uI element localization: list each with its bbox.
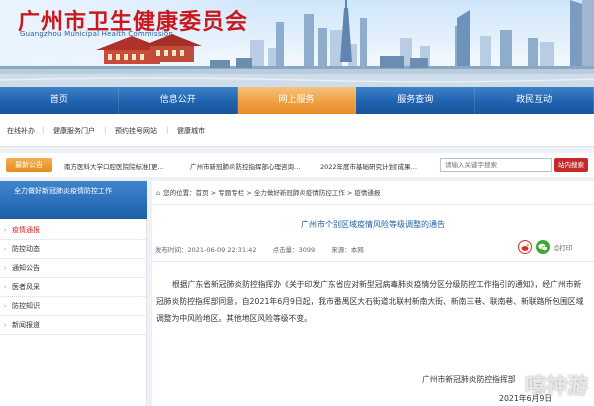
sidebar-item-label: 疫情通报 xyxy=(12,226,40,234)
notice-bar: 最新公告 南方医科大学口腔医院院标准[更… 广州市新冠肺炎防控指挥部心理咨询… … xyxy=(0,153,594,177)
sublink-health-portal[interactable]: 健康服务门户 xyxy=(53,126,95,136)
nav-home[interactable]: 首页 xyxy=(0,87,119,114)
main-nav: 首页 信息公开 网上服务 服务查询 政民互动 xyxy=(0,87,594,114)
sidebar-item-label: 新闻报道 xyxy=(12,321,40,329)
chevron-right-icon: › xyxy=(4,303,7,310)
header-banner: 广州市卫生健康委员会 Guangzhou Municipal Health Co… xyxy=(0,0,594,87)
sublink-healthy-city[interactable]: 健康城市 xyxy=(177,126,205,136)
breadcrumb-separator: > xyxy=(244,189,254,197)
watermark-logo: 嘻神游 xyxy=(525,374,588,398)
sidebar-list: › 疫情通报 › 防控动态 › 通知公告 › 医者风采 › 防控知识 › 新闻报… xyxy=(0,221,147,335)
sublink-appointment[interactable]: 预约挂号网站 xyxy=(115,126,157,136)
breadcrumb-special[interactable]: 专题专栏 xyxy=(218,189,244,197)
sublink-divider: | xyxy=(104,126,107,134)
site-subtitle: Guangzhou Municipal Health Commission xyxy=(20,30,173,38)
notice-link[interactable]: 广州市新冠肺炎防控指挥部心理咨询… xyxy=(190,161,301,171)
sidebar-item-label: 防控动态 xyxy=(12,245,40,253)
article-signature: 广州市新冠肺炎防控指挥部 xyxy=(422,375,516,384)
notice-link[interactable]: 2022年度市基础研究计划[成果… xyxy=(320,161,417,171)
chevron-right-icon: › xyxy=(4,322,7,329)
divider xyxy=(152,261,594,262)
sidebar-item-epidemic-report[interactable]: › 疫情通报 xyxy=(0,221,147,240)
sidebar-item-prevention-news[interactable]: › 防控动态 xyxy=(0,240,147,259)
share-tools: ⎙打印 xyxy=(518,239,572,255)
breadcrumb-current[interactable]: 疫情通报 xyxy=(354,189,380,197)
sidebar-heading: 全力做好新冠肺炎疫情防控工作 xyxy=(0,181,147,219)
breadcrumb-prefix: 您的位置： xyxy=(163,189,196,197)
weibo-glyph xyxy=(521,243,529,251)
sub-links-bar: 在线补办 | 健康服务门户 | 预约挂号网站 | 健康城市 xyxy=(0,114,594,147)
breadcrumb-separator: > xyxy=(344,189,355,197)
sublink-online-reissue[interactable]: 在线补办 xyxy=(7,126,35,136)
breadcrumb: ⌂ 您的位置：首页 > 专题专栏 > 全力做好新冠肺炎疫情防控工作 > 疫情通报 xyxy=(152,181,594,205)
article-meta: 发布时间：2021-06-09 22:31:42 点击量：3099 来源：本网 xyxy=(155,244,378,254)
article-body: 根据广东省新冠肺炎防控指挥办《关于印发广东省应对新型冠病毒肺炎疫情分区分级防控工… xyxy=(156,280,584,323)
sublink-divider: | xyxy=(166,126,169,134)
chevron-right-icon: › xyxy=(4,246,7,253)
view-count: 点击量：3099 xyxy=(272,246,316,254)
sidebar: 全力做好新冠肺炎疫情防控工作 › 疫情通报 › 防控动态 › 通知公告 › 医者… xyxy=(0,181,147,406)
sidebar-item-label: 医者风采 xyxy=(12,283,40,291)
breadcrumb-home[interactable]: 首页 xyxy=(196,189,209,197)
weibo-share-icon[interactable] xyxy=(518,240,532,254)
nav-interaction[interactable]: 政民互动 xyxy=(475,87,594,114)
sidebar-item-announcements[interactable]: › 通知公告 xyxy=(0,259,147,278)
search-button[interactable]: 站内搜索 xyxy=(554,158,588,172)
breadcrumb-separator: > xyxy=(208,189,219,197)
wechat-glyph xyxy=(538,243,548,251)
nav-online-service[interactable]: 网上服务 xyxy=(237,87,357,114)
sidebar-item-news-reports[interactable]: › 新闻报道 xyxy=(0,316,147,335)
print-label: 打印 xyxy=(559,243,573,252)
article-source: 来源：本网 xyxy=(331,246,364,254)
sublink-divider: | xyxy=(42,126,45,134)
sidebar-item-prevention-knowledge[interactable]: › 防控知识 xyxy=(0,297,147,316)
nav-info-disclosure[interactable]: 信息公开 xyxy=(119,87,238,114)
home-icon: ⌂ xyxy=(156,189,161,197)
chevron-right-icon: › xyxy=(4,284,7,291)
notice-link[interactable]: 南方医科大学口腔医院院标准[更… xyxy=(64,161,164,171)
sidebar-item-medical-staff[interactable]: › 医者风采 xyxy=(0,278,147,297)
chevron-right-icon: › xyxy=(4,227,7,234)
wechat-share-icon[interactable] xyxy=(536,240,550,254)
nav-service-query[interactable]: 服务查询 xyxy=(356,87,476,114)
search-input[interactable]: 请输入关键字搜索 xyxy=(440,158,552,172)
print-button[interactable]: ⎙打印 xyxy=(554,242,572,253)
breadcrumb-topic[interactable]: 全力做好新冠肺炎疫情防控工作 xyxy=(254,189,345,197)
publish-time: 发布时间：2021-06-09 22:31:42 xyxy=(155,246,257,254)
sidebar-item-label: 防控知识 xyxy=(12,302,40,310)
sidebar-item-label: 通知公告 xyxy=(12,264,40,272)
notice-badge: 最新公告 xyxy=(6,158,52,172)
chevron-right-icon: › xyxy=(4,265,7,272)
article-title: 广州市个别区域疫情风险等级调整的通告 xyxy=(301,220,445,229)
